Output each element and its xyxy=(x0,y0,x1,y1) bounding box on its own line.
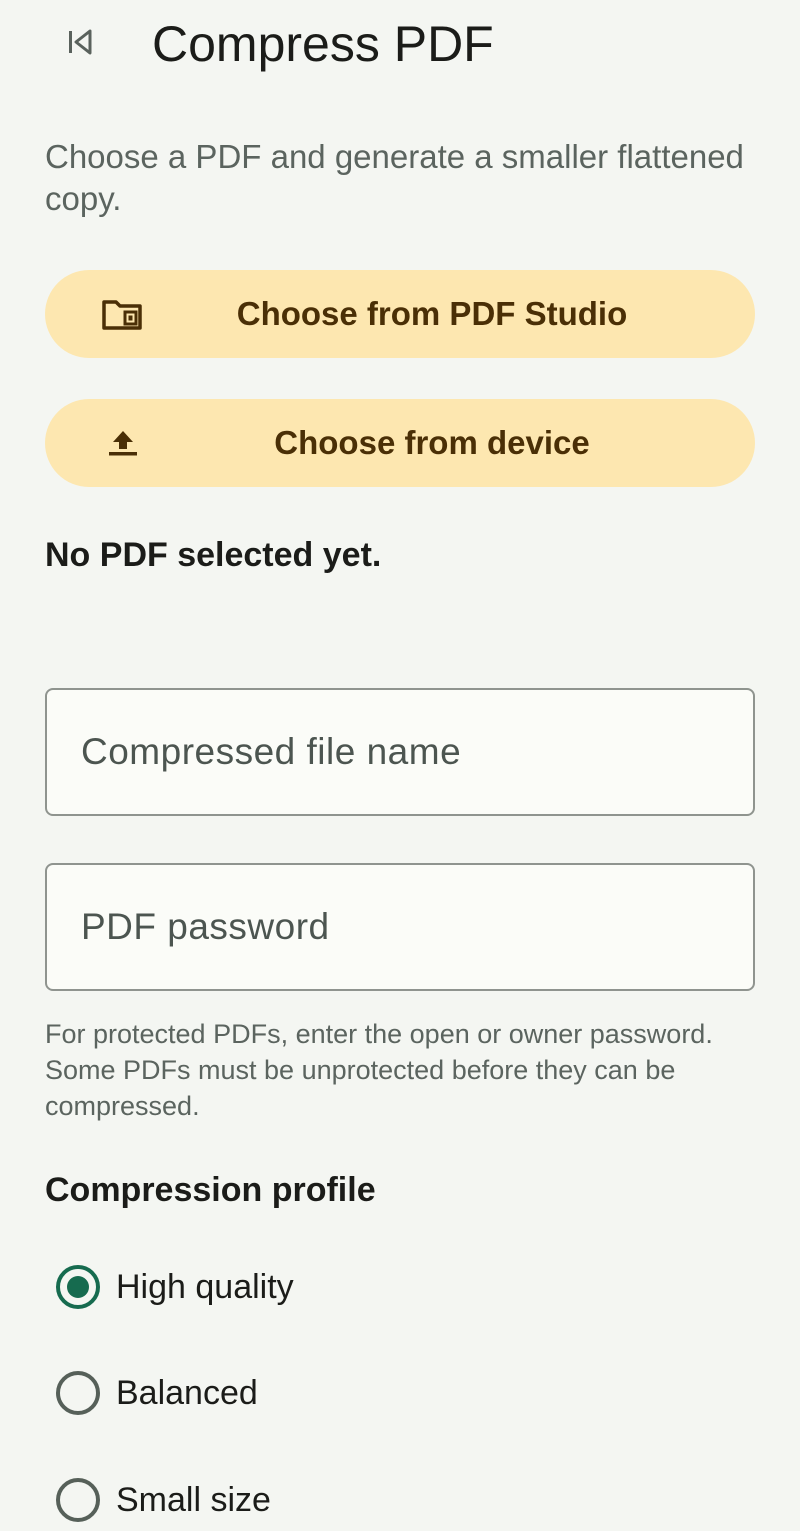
compressed-file-name-placeholder: Compressed file name xyxy=(81,731,462,772)
choose-from-device-button[interactable]: Choose from device xyxy=(45,399,755,487)
back-button[interactable] xyxy=(56,20,104,68)
compressed-file-name-field[interactable]: Compressed file name xyxy=(45,688,755,816)
choose-from-pdf-studio-label: Choose from PDF Studio xyxy=(236,295,628,332)
radio-label-balanced: Balanced xyxy=(116,1373,258,1412)
radio-label-high-quality: High quality xyxy=(116,1267,294,1306)
pdf-password-placeholder: PDF password xyxy=(81,906,330,947)
folder-pdf-icon xyxy=(101,296,145,332)
intro-text: Choose a PDF and generate a smaller flat… xyxy=(45,138,744,217)
selection-status: No PDF selected yet. xyxy=(45,536,382,574)
compression-profile-title: Compression profile xyxy=(45,1171,376,1209)
page-title: Compress PDF xyxy=(152,16,494,72)
password-helper-text: For protected PDFs, enter the open or ow… xyxy=(45,1019,713,1121)
choose-from-pdf-studio-button[interactable]: Choose from PDF Studio xyxy=(45,270,755,358)
radio-option-balanced[interactable]: Balanced xyxy=(56,1369,258,1417)
pdf-password-field[interactable]: PDF password xyxy=(45,863,755,991)
radio-button[interactable] xyxy=(56,1478,100,1522)
radio-label-small-size: Small size xyxy=(116,1480,271,1519)
choose-from-device-label: Choose from device xyxy=(274,424,590,461)
radio-button-selected[interactable] xyxy=(56,1265,100,1309)
upload-icon xyxy=(101,425,145,461)
radio-option-high-quality[interactable]: High quality xyxy=(56,1263,294,1311)
back-icon xyxy=(65,27,95,62)
radio-button[interactable] xyxy=(56,1371,100,1415)
radio-option-small-size[interactable]: Small size xyxy=(56,1476,271,1524)
